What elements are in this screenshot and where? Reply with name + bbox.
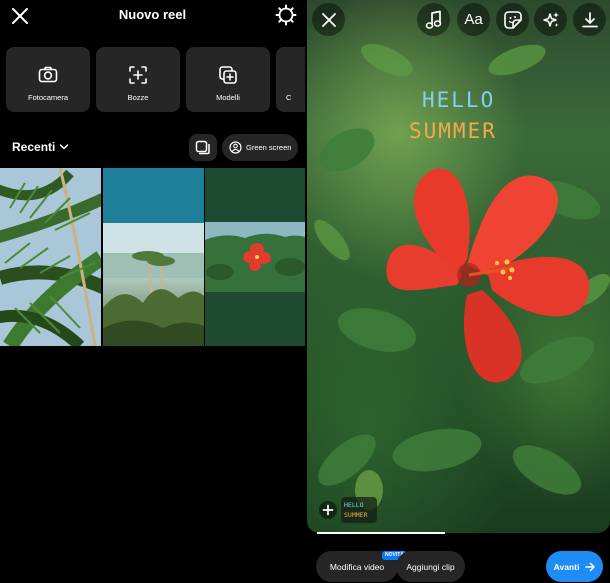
sticker-hello[interactable]: HELLO [422, 88, 495, 112]
recent-dropdown[interactable]: Recenti [12, 140, 69, 154]
media-thumbnail-palm-leaves[interactable] [0, 168, 101, 346]
download-icon [581, 11, 598, 27]
tile-collab[interactable]: C [276, 47, 305, 112]
text-button[interactable]: Aa [457, 3, 490, 36]
next-button[interactable]: Avanti [546, 551, 603, 582]
tile-drafts-label: Bozze [127, 93, 149, 102]
add-clip-small-button[interactable] [319, 501, 337, 519]
clip-thumb-line2: SUMMER [344, 511, 368, 519]
music-button[interactable] [417, 3, 450, 36]
multi-select-button[interactable] [189, 134, 217, 161]
tile-camera-label: Fotocamera [27, 93, 69, 102]
sticker-hello-text: HELLO [422, 88, 496, 112]
tile-collab-label: C [286, 93, 292, 102]
sticker-icon [503, 10, 522, 29]
hibiscus-image [205, 222, 305, 292]
recent-label: Recenti [12, 140, 56, 154]
clip-thumb-line1: HELLO [344, 501, 364, 509]
palm-leaves-image [0, 168, 101, 346]
green-screen-button[interactable]: Green screen [222, 134, 298, 161]
media-thumbnail-hibiscus[interactable] [205, 168, 305, 346]
templates-icon [217, 64, 239, 86]
edit-video-label: Modifica video [329, 561, 385, 572]
timeline-bar[interactable] [317, 532, 445, 534]
drafts-icon [127, 64, 149, 86]
close-editor-button[interactable] [312, 3, 345, 36]
sticker-button[interactable] [496, 3, 529, 36]
music-icon [425, 10, 441, 29]
plus-icon [322, 504, 334, 516]
chevron-down-icon [60, 144, 69, 150]
add-clip-label: Aggiungi clip [406, 561, 455, 572]
tile-drafts[interactable]: Bozze [96, 47, 180, 112]
download-button[interactable] [573, 3, 606, 36]
page-title: Nuovo reel [118, 7, 187, 22]
next-label: Avanti [553, 561, 580, 572]
add-clip-button[interactable]: Aggiungi clip [396, 551, 465, 582]
text-icon: Aa [464, 11, 483, 28]
hibiscus-photo [314, 43, 610, 510]
effects-button[interactable] [534, 3, 567, 36]
sticker-summer-text: SUMMER [409, 119, 497, 143]
clip-thumbnail[interactable]: HELLO SUMMER [341, 497, 377, 523]
multi-select-icon [195, 140, 210, 155]
green-screen-label: Green screen [246, 143, 292, 152]
arrow-right-icon [585, 562, 596, 571]
editor-panel: HELLO SUMMER HELLO SUMMER Aa Modifica vi… [305, 0, 610, 583]
person-icon [229, 141, 242, 154]
tile-templates[interactable]: Modelli [186, 47, 270, 112]
sticker-summer[interactable]: SUMMER [409, 119, 497, 143]
beach-palms-image [103, 168, 204, 346]
tile-templates-label: Modelli [216, 93, 240, 102]
close-icon [321, 12, 336, 27]
gallery-panel: Nuovo reel Fotocamera Bozze Modelli C Re… [0, 0, 305, 583]
hibiscus-preview [205, 222, 305, 292]
tile-camera[interactable]: Fotocamera [6, 47, 90, 112]
video-preview[interactable]: HELLO SUMMER HELLO SUMMER [307, 0, 610, 533]
media-grid [0, 168, 305, 346]
sparkles-icon [542, 11, 559, 27]
gear-icon[interactable] [275, 4, 297, 26]
media-thumbnail-beach-palms[interactable] [103, 168, 204, 346]
camera-icon [37, 64, 59, 86]
create-options: Fotocamera Bozze Modelli C [6, 47, 305, 112]
